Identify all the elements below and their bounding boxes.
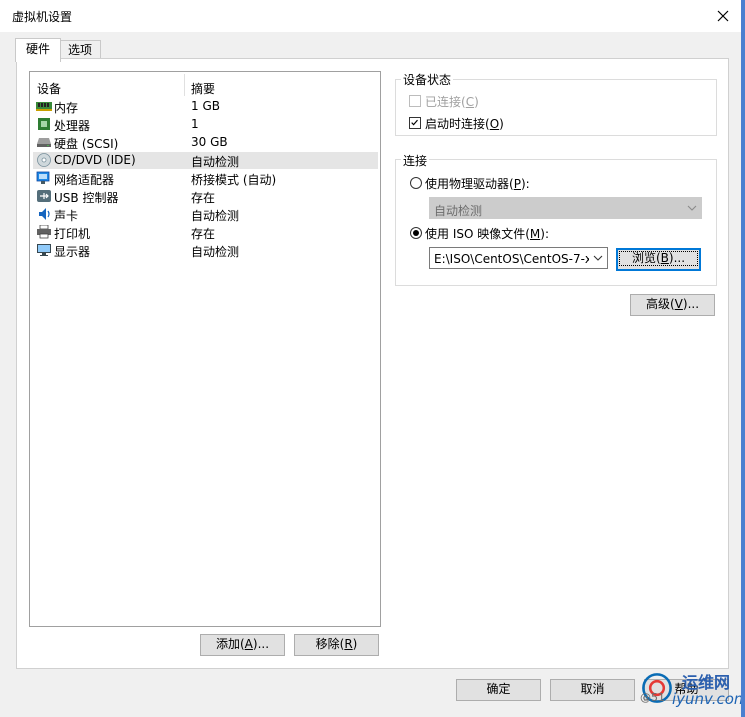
column-header-summary[interactable]: 摘要: [191, 80, 215, 97]
connected-checkbox[interactable]: [409, 95, 421, 107]
connection-title: 连接: [401, 152, 430, 169]
device-name: 打印机: [54, 227, 91, 241]
chevron-down-icon: [687, 205, 697, 211]
iso-image-radio[interactable]: [410, 227, 422, 239]
column-divider[interactable]: [184, 74, 185, 96]
device-name: 网络适配器: [54, 173, 115, 187]
remove-button[interactable]: 移除(R): [294, 634, 379, 656]
advanced-button[interactable]: 高级(V)...: [630, 294, 715, 316]
window-border: [741, 0, 745, 717]
device-summary: 1 GB: [191, 99, 220, 113]
watermark-prefix: @51: [640, 691, 665, 704]
list-item[interactable]: 显示器 自动检测: [33, 242, 378, 259]
ok-button[interactable]: 确定: [456, 679, 541, 701]
list-item[interactable]: 处理器 1: [33, 116, 378, 133]
device-name: 显示器: [54, 245, 91, 259]
device-summary: 自动检测: [191, 209, 240, 223]
device-summary: 30 GB: [191, 135, 228, 149]
sound-card-icon: [39, 208, 50, 220]
physical-drive-label: 使用物理驱动器(P):: [425, 177, 530, 191]
title-bar: 虚拟机设置: [0, 0, 745, 33]
device-status-title: 设备状态: [401, 71, 454, 88]
list-item[interactable]: 网络适配器 桥接模式 (自动): [33, 170, 378, 187]
checkmark-icon: [411, 119, 418, 126]
tab-options-label: 选项: [67, 43, 92, 57]
watermark: 运维网 @51 iyunv.com: [636, 665, 745, 710]
column-header-device[interactable]: 设备: [37, 80, 61, 97]
iso-path-combo[interactable]: E:\ISO\CentOS\CentOS-7-x86: [429, 247, 608, 269]
connected-label: 已连接(C): [425, 95, 479, 109]
device-name: 声卡: [54, 209, 79, 223]
tab-hardware[interactable]: 硬件: [15, 38, 61, 62]
device-summary: 桥接模式 (自动): [191, 173, 277, 187]
device-summary: 自动检测: [191, 155, 240, 169]
window-title: 虚拟机设置: [12, 10, 73, 24]
device-summary: 存在: [191, 191, 216, 205]
device-name: USB 控制器: [54, 191, 119, 205]
iso-image-label: 使用 ISO 映像文件(M):: [425, 227, 550, 241]
usb-icon: [37, 190, 51, 202]
device-name: 处理器: [54, 119, 91, 133]
cancel-button[interactable]: 取消: [550, 679, 635, 701]
list-item[interactable]: 声卡 自动检测: [33, 206, 378, 223]
connect-at-power-on-label: 启动时连接(O): [425, 117, 504, 131]
hard-disk-icon: [37, 138, 51, 147]
physical-drive-select[interactable]: 自动检测: [429, 197, 702, 219]
device-summary: 自动检测: [191, 245, 240, 259]
device-name: CD/DVD (IDE): [54, 153, 136, 167]
printer-icon: [37, 225, 51, 239]
network-adapter-icon: [36, 171, 50, 184]
list-item[interactable]: 内存 1 GB: [33, 98, 378, 115]
add-button[interactable]: 添加(A)...: [200, 634, 285, 656]
device-name: 硬盘 (SCSI): [54, 137, 119, 151]
device-summary: 1: [191, 117, 199, 131]
list-item-selected[interactable]: CD/DVD (IDE) 自动检测: [33, 152, 378, 169]
physical-drive-radio[interactable]: [410, 177, 422, 189]
chevron-down-icon: [593, 255, 603, 261]
display-icon: [37, 244, 51, 256]
device-name: 内存: [54, 101, 79, 115]
browse-button[interactable]: 浏览(B)...: [616, 248, 701, 271]
list-item[interactable]: 打印机 存在: [33, 224, 378, 241]
list-item[interactable]: 硬盘 (SCSI) 30 GB: [33, 134, 378, 151]
close-button[interactable]: [701, 0, 745, 32]
device-summary: 存在: [191, 227, 216, 241]
device-list[interactable]: 设备 摘要 内存 1 GB 处理器 1 硬盘 (SCSI) 30 GB CD/D…: [29, 71, 381, 627]
connect-at-power-on-checkbox[interactable]: [409, 117, 421, 129]
cd-dvd-icon: [37, 153, 51, 167]
iso-path-value: E:\ISO\CentOS\CentOS-7-x86: [434, 252, 589, 266]
watermark-site: iyunv.com: [672, 690, 745, 708]
physical-drive-select-value: 自动检测: [434, 204, 483, 218]
list-item[interactable]: USB 控制器 存在: [33, 188, 378, 205]
memory-icon: [36, 102, 52, 111]
processor-icon: [38, 118, 50, 130]
close-icon: [717, 10, 729, 22]
tab-hardware-label: 硬件: [25, 42, 50, 56]
tab-options[interactable]: 选项: [59, 40, 101, 59]
